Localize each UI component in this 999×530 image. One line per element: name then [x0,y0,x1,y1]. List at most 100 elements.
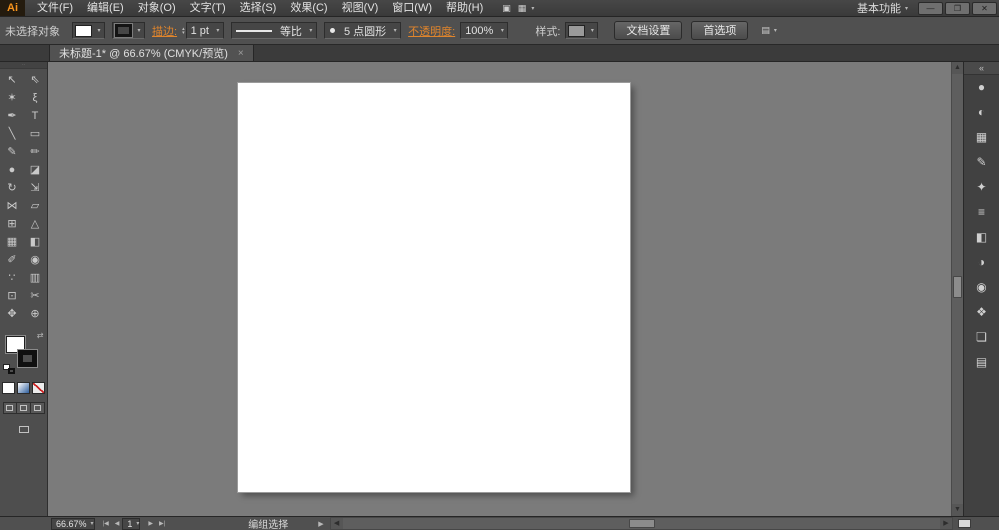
default-fill-stroke-icon[interactable] [2,364,16,375]
paintbrush-tool[interactable]: ✎ [1,143,24,161]
free-transform-tool[interactable]: ▱ [24,197,47,215]
fill-swatch[interactable] [75,24,92,37]
swap-fill-stroke-icon[interactable]: ⇄ [37,331,44,340]
stroke-panel-link[interactable]: 描边: [152,23,177,39]
eraser-tool[interactable]: ◪ [24,161,47,179]
canvas[interactable]: ▲ ▼ [48,62,963,516]
next-artboard-icon[interactable]: ▶ [145,520,156,527]
magic-wand-tool[interactable]: ✶ [1,89,24,107]
style-swatch[interactable] [568,24,586,37]
vertical-scrollbar[interactable]: ▲ ▼ [951,62,963,516]
fill-color-control[interactable]: ▾ [72,22,105,39]
transparency-panel-button[interactable]: ◑ [968,250,996,275]
swatches-panel-button[interactable]: ▦ [968,125,996,150]
graphic-styles-panel-button[interactable]: ❖ [968,300,996,325]
stroke-swatch[interactable] [114,23,133,38]
transparency-panel-link[interactable]: 不透明度: [408,23,455,39]
stroke-panel-button[interactable]: ≡ [968,200,996,225]
draw-normal-button[interactable] [2,402,17,414]
width-tool[interactable]: ⋈ [1,197,24,215]
expand-panels-icon[interactable]: « [964,62,999,75]
scroll-down-icon[interactable]: ▼ [952,504,963,516]
restore-button[interactable]: ❐ [945,1,970,15]
pencil-tool[interactable]: ✏ [24,143,47,161]
stroke-width-stepper[interactable]: ▴ ▾ [182,26,185,35]
arrange-documents-icon[interactable]: ▦ [516,3,529,14]
blob-brush-tool[interactable]: ● [1,161,24,179]
rotate-tool[interactable]: ↻ [1,179,24,197]
none-button[interactable] [32,382,45,394]
symbols-panel-button[interactable]: ✦ [968,175,996,200]
brushes-panel-button[interactable]: ✎ [968,150,996,175]
eyedropper-tool[interactable]: ✐ [1,251,24,269]
close-button[interactable]: ✕ [972,1,997,15]
artboards-panel-button[interactable]: ▤ [968,350,996,375]
tab-close-icon[interactable]: × [238,48,244,59]
previous-artboard-icon[interactable]: ◀ [112,520,123,527]
artboard[interactable] [238,83,630,492]
menu-type[interactable]: 文字(T) [183,0,233,17]
menu-view[interactable]: 视图(V) [335,0,386,17]
menu-edit[interactable]: 编辑(E) [80,0,131,17]
appearance-panel-button[interactable]: ◉ [968,275,996,300]
blend-tool[interactable]: ◉ [24,251,47,269]
tools-panel-grip[interactable]: ∙∙ [0,62,47,69]
direct-selection-tool[interactable]: ⇖ [24,71,47,89]
slice-tool[interactable]: ✂ [24,287,47,305]
menu-effect[interactable]: 效果(C) [283,0,334,17]
pen-tool[interactable]: ✒ [1,107,24,125]
scroll-up-icon[interactable]: ▲ [952,62,963,74]
lasso-tool[interactable]: ξ [24,89,47,107]
perspective-grid-tool[interactable]: △ [24,215,47,233]
gradient-tool[interactable]: ◧ [24,233,47,251]
stepper-down-icon[interactable]: ▾ [182,30,185,35]
draw-inside-button[interactable] [30,402,45,414]
type-tool[interactable]: T [24,107,47,125]
scale-tool[interactable]: ⇲ [24,179,47,197]
shape-builder-tool[interactable]: ⊞ [1,215,24,233]
last-artboard-icon[interactable]: ▶| [156,520,168,527]
artboard-navigation-dropdown[interactable]: 1 ▾ [122,517,141,530]
color-button[interactable] [2,382,15,394]
stroke-width-dropdown[interactable]: 1 pt ▾ [185,22,224,39]
scroll-right-icon[interactable]: ▶ [940,518,952,529]
zoom-tool[interactable]: ⊕ [24,305,47,323]
status-popup-icon[interactable]: ▶ [318,520,323,528]
horizontal-scroll-thumb[interactable] [628,519,655,528]
brush-definition-dropdown[interactable]: 5 点圆形 ▾ [323,22,402,39]
mesh-tool[interactable]: ▦ [1,233,24,251]
color-panel-button[interactable]: ● [968,75,996,100]
document-setup-button[interactable]: 文档设置 [614,21,683,40]
hand-tool[interactable]: ✥ [1,305,24,323]
screen-mode-button[interactable] [17,423,31,435]
minimize-button[interactable]: — [918,1,943,15]
column-graph-tool[interactable]: ▥ [24,269,47,287]
horizontal-scrollbar[interactable]: ◀ ▶ [329,517,953,530]
symbol-sprayer-tool[interactable]: ∵ [1,269,24,287]
arrange-documents-caret-icon[interactable]: ▾ [531,5,534,12]
layers-panel-button[interactable]: ❏ [968,325,996,350]
opacity-dropdown[interactable]: 100% ▾ [460,22,509,39]
launch-bridge-icon[interactable]: ▣ [500,3,513,14]
menu-file[interactable]: 文件(F) [30,0,80,17]
control-panel-menu[interactable]: ▤ ▾ [759,25,777,36]
menu-help[interactable]: 帮助(H) [439,0,490,17]
document-tab[interactable]: 未标题-1* @ 66.67% (CMYK/预览) × [49,45,254,61]
line-segment-tool[interactable]: ╲ [1,125,24,143]
gradient-panel-button[interactable]: ◧ [968,225,996,250]
draw-behind-button[interactable] [16,402,31,414]
stroke-color-control[interactable]: ▾ [112,22,145,39]
rectangle-tool[interactable]: ▭ [24,125,47,143]
artboard-tool[interactable]: ⊡ [1,287,24,305]
vertical-scroll-thumb[interactable] [953,276,962,298]
menu-object[interactable]: 对象(O) [131,0,183,17]
color-guide-panel-button[interactable]: ◐ [968,100,996,125]
stroke-color-box[interactable] [17,350,37,367]
style-dropdown[interactable]: ▾ [565,22,599,39]
selection-tool[interactable]: ↖ [1,71,24,89]
gradient-button[interactable] [17,382,30,394]
stroke-profile-dropdown[interactable]: 等比 ▾ [230,22,317,39]
workspace-switcher[interactable]: 基本功能 ▾ [847,0,918,16]
first-artboard-icon[interactable]: |◀ [100,520,112,527]
preferences-button[interactable]: 首选项 [691,21,749,40]
